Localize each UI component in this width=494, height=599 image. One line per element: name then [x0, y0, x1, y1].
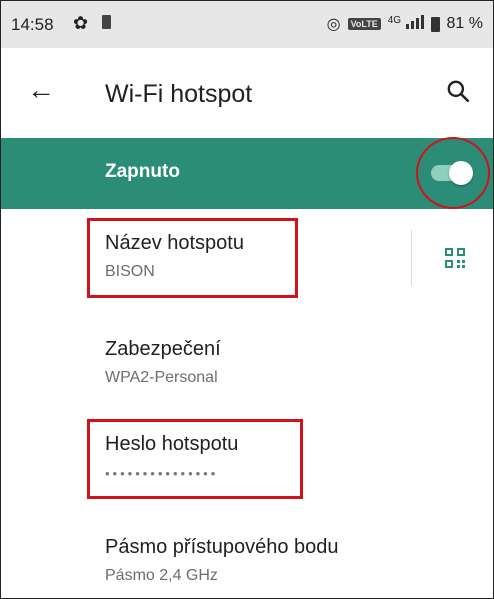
volte-icon: VoLTE [347, 18, 381, 30]
annotation-circle [416, 137, 490, 209]
phone-screen: 14:58 ✿ ◎ VoLTE 4G 81 % ← Wi-Fi hotspot … [0, 0, 494, 599]
sim-card-icon [102, 15, 111, 29]
qr-code-icon[interactable] [444, 247, 466, 269]
status-bar: 14:58 ✿ ◎ VoLTE 4G 81 % [1, 1, 493, 48]
battery-icon [430, 16, 440, 32]
app-bar: ← Wi-Fi hotspot [1, 48, 493, 138]
switch-label: Zapnuto [105, 161, 180, 182]
hotspot-icon: ◎ [326, 16, 341, 33]
settings-gear-icon: ✿ [73, 13, 89, 33]
search-icon[interactable] [445, 78, 471, 104]
setting-value: Pásmo 2,4 GHz [105, 567, 218, 584]
status-indicators: ◎ VoLTE 4G 81 % [327, 14, 483, 34]
network-type: 4G [387, 14, 402, 26]
setting-ap-band[interactable]: Pásmo přístupového bodu Pásmo 2,4 GHz [105, 536, 339, 585]
status-time: 14:58 [11, 15, 54, 34]
setting-title: Pásmo přístupového bodu [105, 536, 339, 558]
setting-value: WPA2-Personal [105, 369, 218, 386]
setting-title: Zabezpečení [105, 338, 221, 360]
setting-security[interactable]: Zabezpečení WPA2-Personal [105, 338, 221, 387]
page-title: Wi-Fi hotspot [105, 80, 253, 108]
annotation-box-name [87, 218, 298, 298]
arrow-back-icon[interactable]: ← [27, 74, 55, 106]
signal-icon: 4G [387, 14, 424, 34]
divider [411, 230, 412, 286]
battery-percent: 81 % [446, 15, 483, 32]
annotation-box-password [87, 419, 303, 499]
